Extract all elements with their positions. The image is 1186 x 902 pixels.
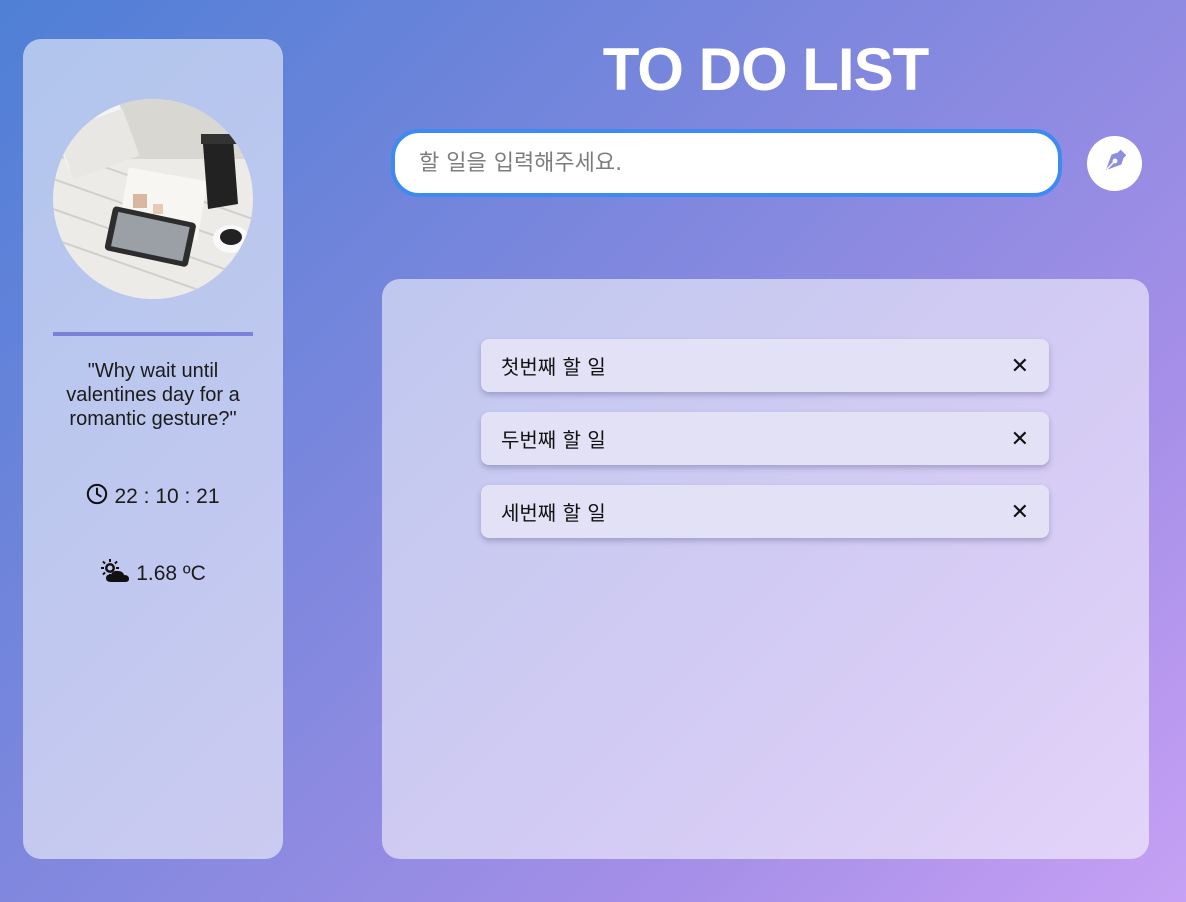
avatar	[53, 99, 253, 299]
todo-panel: 첫번째 할 일 ✕ 두번째 할 일 ✕ 세번째 할 일 ✕	[382, 279, 1149, 859]
sidebar: "Why wait until valentines day for a rom…	[23, 39, 283, 859]
todo-item[interactable]: 두번째 할 일 ✕	[481, 412, 1049, 465]
desk-photo-image	[53, 99, 253, 299]
sidebar-divider	[53, 332, 253, 336]
cloud-sun-icon	[100, 559, 130, 589]
todo-input-wrapper	[391, 129, 1062, 197]
todo-input[interactable]	[395, 133, 1058, 193]
page-title: TO DO LIST	[602, 36, 930, 103]
todo-text: 두번째 할 일	[501, 428, 606, 452]
weather-temp: 1.68 ºC	[136, 562, 206, 585]
delete-icon[interactable]: ✕	[1011, 499, 1029, 525]
clock-time: 22 : 10 : 21	[114, 485, 220, 508]
pen-nib-icon	[1100, 146, 1130, 181]
todo-text: 첫번째 할 일	[501, 355, 606, 379]
todo-item[interactable]: 첫번째 할 일 ✕	[481, 339, 1049, 392]
clock-icon	[86, 483, 108, 511]
clock: 22 : 10 : 21	[23, 483, 283, 511]
weather: 1.68 ºC	[23, 559, 283, 589]
todo-text: 세번째 할 일	[501, 501, 606, 525]
todo-item[interactable]: 세번째 할 일 ✕	[481, 485, 1049, 538]
todo-list: 첫번째 할 일 ✕ 두번째 할 일 ✕ 세번째 할 일 ✕	[481, 339, 1049, 558]
quote-text: "Why wait until valentines day for a rom…	[66, 360, 240, 430]
add-todo-button[interactable]	[1087, 136, 1142, 191]
delete-icon[interactable]: ✕	[1011, 426, 1029, 452]
delete-icon[interactable]: ✕	[1011, 353, 1029, 379]
